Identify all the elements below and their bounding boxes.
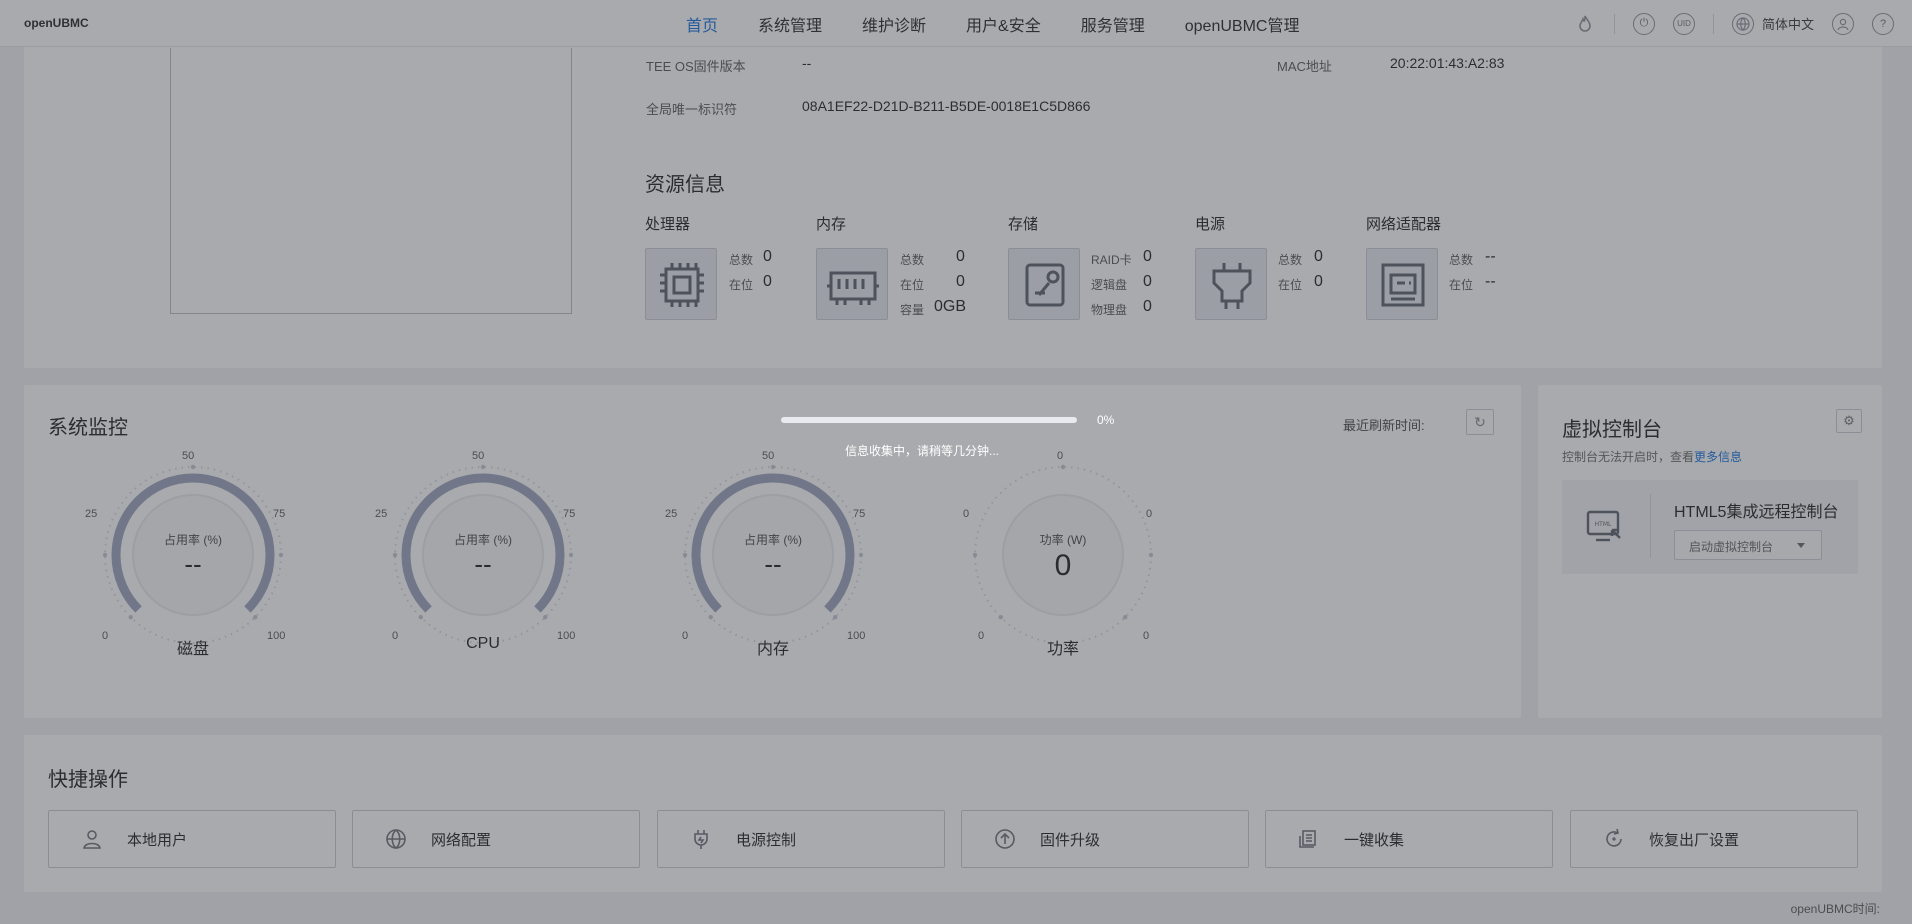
loading-overlay xyxy=(0,0,1912,924)
progress-track xyxy=(781,417,1077,423)
progress-message: 信息收集中，请稍等几分钟... xyxy=(845,444,1000,458)
progress-percent: 0% xyxy=(1097,413,1115,427)
